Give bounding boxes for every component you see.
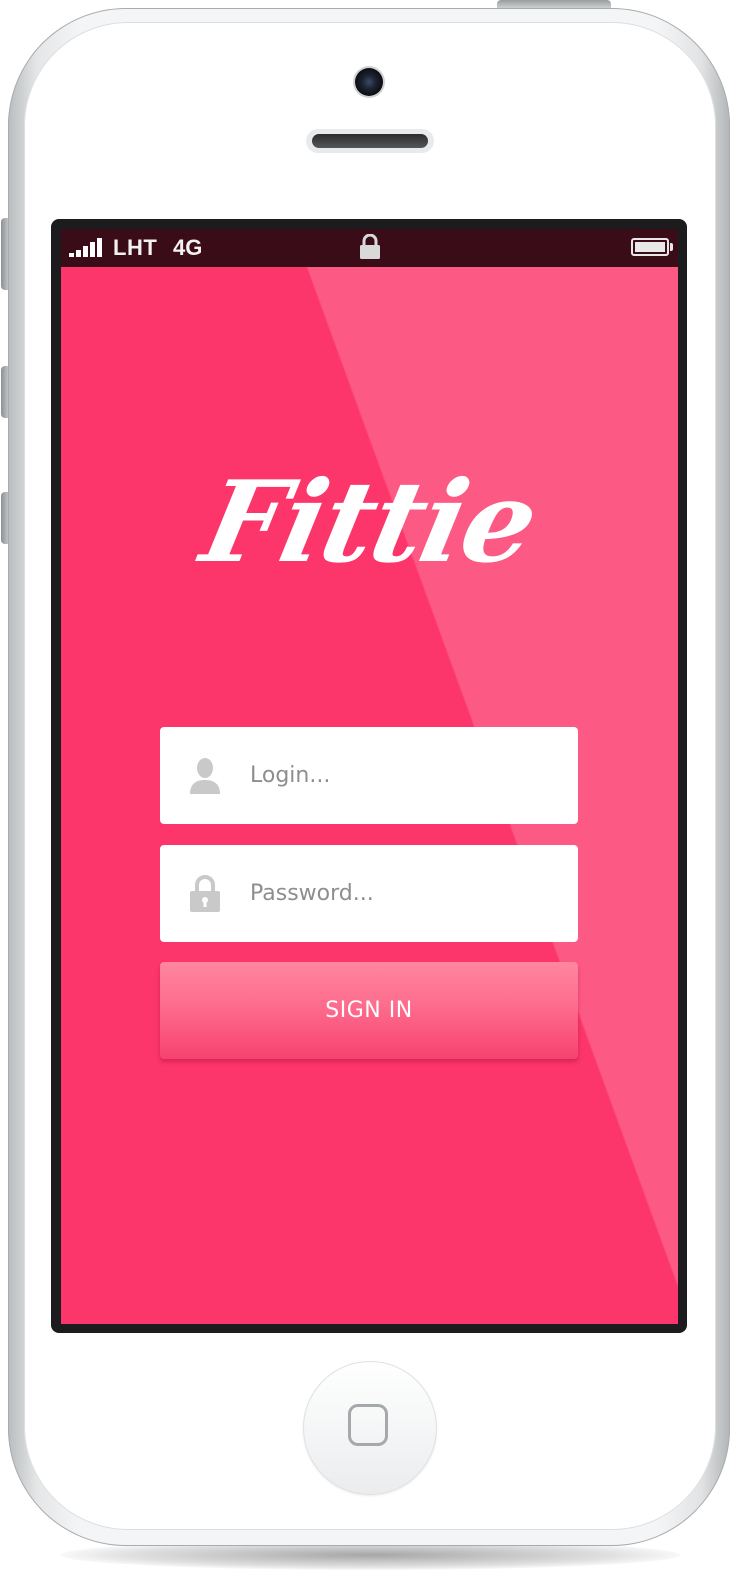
login-input[interactable]: [250, 755, 560, 795]
home-button[interactable]: [303, 1361, 437, 1495]
speaker-grille: [312, 134, 428, 148]
home-button-icon: [348, 1404, 388, 1446]
device-mockup: LHT 4G Fittie S: [0, 0, 740, 1587]
front-camera-icon: [355, 68, 383, 96]
battery-tip: [670, 243, 673, 251]
sign-in-button[interactable]: SIGN IN: [160, 962, 578, 1059]
app-logo: Fittie: [191, 457, 548, 588]
status-bar: LHT 4G: [61, 229, 678, 267]
login-field[interactable]: [160, 727, 578, 824]
lock-icon: [360, 234, 380, 259]
signal-strength-icon: [69, 237, 109, 257]
password-input[interactable]: [250, 873, 560, 913]
battery-icon: [631, 238, 669, 256]
network-type: 4G: [173, 235, 203, 260]
user-icon: [190, 758, 220, 794]
carrier-name: LHT: [113, 235, 158, 260]
app-screen: LHT 4G Fittie S: [61, 229, 678, 1324]
lock-icon: [190, 875, 220, 912]
password-field[interactable]: [160, 845, 578, 942]
earpiece-speaker: [306, 129, 434, 153]
